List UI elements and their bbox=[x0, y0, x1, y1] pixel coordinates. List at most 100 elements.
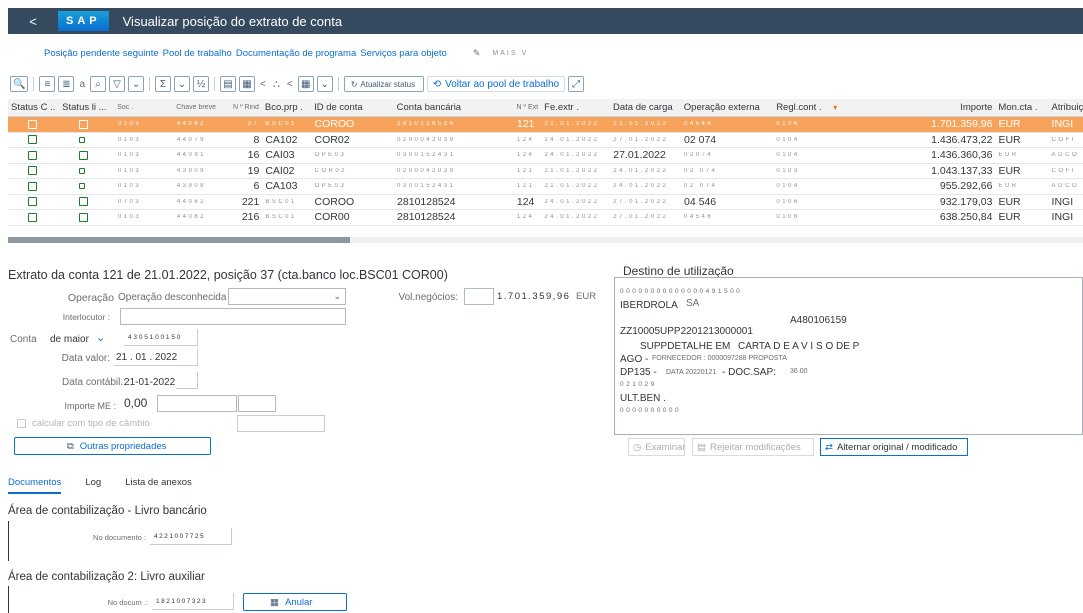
status-c-icon[interactable] bbox=[28, 212, 37, 222]
col-importe[interactable]: Importe bbox=[840, 102, 995, 113]
rejeitar-button[interactable]: ▤ Rejeitar modificações bbox=[692, 438, 814, 456]
col-status-li[interactable]: Status li ... bbox=[59, 102, 114, 113]
status-li-icon[interactable] bbox=[79, 136, 86, 143]
cell-chave: 44091 bbox=[176, 152, 206, 159]
cell-chave: 43909 bbox=[176, 167, 206, 174]
details-icon[interactable]: 🔍 bbox=[10, 76, 29, 92]
more-menu[interactable]: MAIS V bbox=[492, 50, 528, 57]
status-li-icon[interactable] bbox=[79, 167, 86, 174]
fullscreen-icon[interactable]: ⤢ bbox=[568, 76, 585, 92]
pencil-icon[interactable]: ✎ bbox=[473, 48, 481, 59]
subtotal-icon[interactable]: ½ bbox=[193, 76, 210, 92]
cell-bco: BSC01 bbox=[265, 214, 297, 221]
table-row[interactable]: 0103 43909 19 CAI02 COR02 0200042039 121 21.01.… bbox=[8, 164, 1083, 179]
menu-program-doc[interactable]: Documentação de programa bbox=[236, 48, 356, 59]
filter-dropdown-icon[interactable]: ⌄ bbox=[128, 76, 145, 92]
check-icon: ◷ bbox=[633, 441, 642, 453]
data-contabil-input[interactable] bbox=[176, 372, 198, 389]
col-atribuicao[interactable]: Atribuição bbox=[1049, 102, 1083, 113]
col-chave[interactable]: Chave breve bbox=[173, 104, 224, 111]
back-to-pool-button[interactable]: ⟲ Voltar ao pool de trabalho bbox=[426, 76, 566, 92]
print-icon[interactable]: ▤ bbox=[220, 76, 237, 92]
status-li-icon[interactable] bbox=[79, 150, 89, 160]
sum-icon[interactable]: Σ bbox=[155, 76, 172, 92]
col-ext[interactable]: N º Ext bbox=[514, 104, 542, 111]
outras-propriedades-button[interactable]: ⧉ Outras propriedades bbox=[14, 437, 211, 455]
col-fe-extr[interactable]: Fe.extr . bbox=[541, 102, 610, 113]
status-c-icon-cell bbox=[8, 134, 59, 146]
share-icon[interactable]: ⛬ bbox=[271, 79, 282, 90]
layout-icon[interactable]: ▦ bbox=[297, 76, 314, 92]
cambio-checkbox[interactable] bbox=[17, 419, 26, 428]
table-row[interactable]: 0703 44062 221 BSC01 COROO 2810128524 124 24.01… bbox=[8, 195, 1083, 210]
table-row[interactable]: 0103 44079 8 CA102 COR02 0200042039 124 24.01.2… bbox=[8, 133, 1083, 148]
col-bco[interactable]: Bco.prp . bbox=[262, 102, 311, 113]
status-c-icon[interactable] bbox=[28, 135, 37, 145]
conta-type-chevron-icon[interactable]: ⌄ bbox=[96, 331, 105, 344]
status-c-icon[interactable] bbox=[28, 197, 37, 207]
cell-operacao: 02 074 bbox=[684, 167, 718, 174]
filter-icon[interactable]: ▽ bbox=[109, 76, 126, 92]
reject-icon: ▤ bbox=[697, 441, 706, 453]
status-c-icon-cell bbox=[8, 196, 59, 208]
data-valor-input[interactable]: 21 . 01 . 2022 bbox=[114, 349, 198, 366]
tab-documentos[interactable]: Documentos bbox=[8, 477, 62, 494]
col-conta-bancaria[interactable]: Conta bancária bbox=[394, 102, 514, 113]
conta-number[interactable]: 4305100150 bbox=[124, 329, 198, 346]
cell-chave: 44062 bbox=[176, 214, 206, 221]
table-row[interactable]: 0103 44091 16 CAI03 OPE03 0300152431 124 24.01.… bbox=[8, 148, 1083, 164]
layout-dropdown-icon[interactable]: ⌄ bbox=[316, 76, 333, 92]
cell-chave: 43908 bbox=[176, 183, 206, 190]
importe-me-input[interactable] bbox=[157, 395, 237, 412]
status-c-icon[interactable] bbox=[28, 166, 37, 176]
align-right-icon[interactable]: ≣ bbox=[58, 76, 75, 92]
menu-object-services[interactable]: Serviços para objeto bbox=[360, 48, 447, 59]
col-id-conta[interactable]: ID de conta bbox=[311, 102, 394, 113]
area1-doc-value[interactable]: 4221007725 bbox=[150, 528, 232, 545]
status-li-icon[interactable] bbox=[79, 183, 86, 190]
cell-data-carga: 21.01.2022 bbox=[613, 121, 669, 128]
status-li-icon[interactable] bbox=[79, 212, 89, 222]
refresh-status-button[interactable]: ↻ Atualizar status bbox=[343, 76, 424, 92]
find-icon[interactable]: ⌕ bbox=[90, 76, 107, 92]
col-status-c[interactable]: Status C .. bbox=[8, 102, 59, 113]
cell-ext: 121 bbox=[516, 183, 535, 190]
status-c-icon[interactable] bbox=[28, 150, 37, 160]
interlocutor-input[interactable] bbox=[120, 308, 346, 325]
col-moeda[interactable]: Mon.cta . bbox=[995, 102, 1048, 113]
sap-logo[interactable]: SAP bbox=[58, 11, 109, 31]
table-row[interactable]: 0103 44062 37 BSC01 COROO 2810128524 121 21.01.… bbox=[8, 117, 1083, 133]
importe-me-currency[interactable] bbox=[238, 395, 276, 412]
area2-doc-value[interactable]: 1821007323 bbox=[152, 593, 234, 610]
prev-icon[interactable]: < bbox=[258, 79, 268, 90]
status-li-icon[interactable] bbox=[79, 119, 89, 129]
cell-id-conta: COROO bbox=[314, 195, 355, 208]
col-soc[interactable]: Soc . bbox=[114, 104, 173, 111]
status-li-icon-cell bbox=[59, 165, 114, 177]
cell-regl: 0104 bbox=[776, 152, 800, 159]
menu-work-pool[interactable]: Pool de trabalho bbox=[163, 48, 232, 59]
col-regl[interactable]: Regl.cont . bbox=[773, 102, 830, 113]
examinar-button[interactable]: ◷ Examinar bbox=[628, 438, 685, 456]
horizontal-scrollbar[interactable] bbox=[8, 237, 350, 243]
anular-button[interactable]: ▦ Anular bbox=[243, 593, 347, 611]
sum-dropdown-icon[interactable]: ⌄ bbox=[174, 76, 191, 92]
back-button[interactable]: < bbox=[8, 14, 58, 29]
menu-next-item[interactable]: Posição pendente seguinte bbox=[44, 48, 159, 59]
tab-lista-anexos[interactable]: Lista de anexos bbox=[125, 477, 192, 494]
cambio-input[interactable] bbox=[237, 415, 325, 432]
next-icon[interactable]: < bbox=[285, 79, 295, 90]
status-li-icon[interactable] bbox=[79, 197, 89, 207]
status-c-icon[interactable] bbox=[28, 181, 37, 191]
align-left-icon[interactable]: ≡ bbox=[39, 76, 56, 92]
table-row[interactable]: 0103 43908 6 CA103 OPE03 0300152431 121 21.01.2… bbox=[8, 179, 1083, 195]
export-icon[interactable]: ▦ bbox=[239, 76, 256, 92]
col-data-carga[interactable]: Data de carga bbox=[610, 102, 681, 113]
tab-log[interactable]: Log bbox=[85, 477, 101, 494]
operacao-dropdown[interactable]: ⌄ bbox=[228, 288, 346, 305]
col-operacao[interactable]: Operação externa bbox=[681, 102, 773, 113]
status-c-icon[interactable] bbox=[28, 119, 37, 129]
table-row[interactable]: 0103 44062 216 BSC01 COR00 2810128524 124 24.01… bbox=[8, 210, 1083, 226]
alternar-button[interactable]: ⇄ Alternar original / modificado bbox=[820, 438, 968, 456]
col-rind[interactable]: N º Rind bbox=[224, 104, 261, 111]
